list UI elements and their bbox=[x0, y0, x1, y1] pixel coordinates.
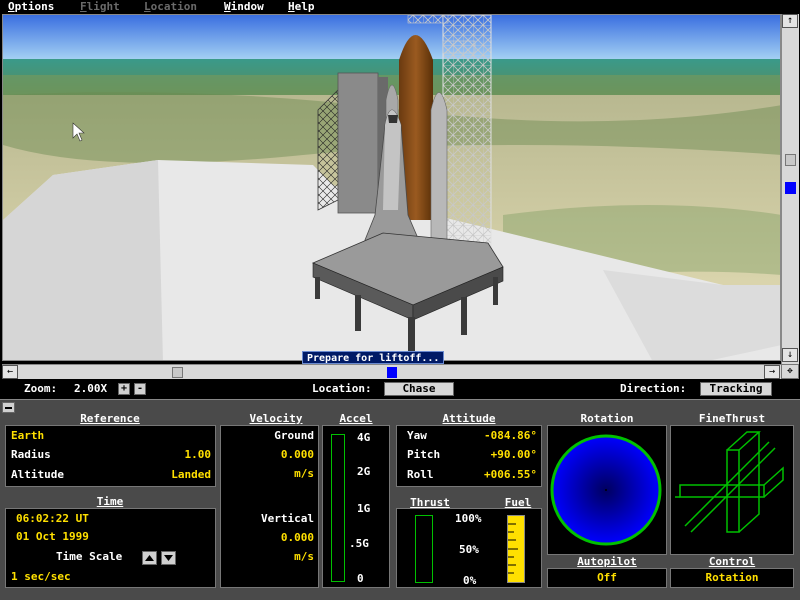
radius-label: Radius bbox=[11, 448, 51, 461]
fuel-tick-50: 50% bbox=[459, 543, 479, 556]
thrust-gauge bbox=[415, 515, 433, 583]
direction-label: Direction: bbox=[620, 382, 687, 395]
scroll-right-button[interactable]: → bbox=[764, 365, 780, 379]
instrument-panel: Reference Earth Radius 1.00 Altitude Lan… bbox=[0, 399, 800, 600]
triangle-down-icon bbox=[164, 555, 173, 561]
yaw-value: -084.86° bbox=[484, 429, 537, 442]
rotation-indicator bbox=[550, 434, 662, 546]
accel-header: Accel bbox=[339, 412, 373, 425]
clock-value: 06:02:22 UT bbox=[16, 512, 89, 525]
menu-flight[interactable]: Flight bbox=[80, 0, 120, 13]
zoom-in-button[interactable]: + bbox=[118, 383, 130, 395]
vertical-position-marker bbox=[785, 182, 796, 194]
menu-bar: Options Flight Location Window Help bbox=[0, 0, 800, 13]
accel-tick-2g: 2G bbox=[357, 465, 371, 478]
finethrust-indicator bbox=[675, 431, 784, 533]
vertical-scrollbar[interactable]: ↑ ↓ bbox=[781, 14, 799, 364]
control-value: Rotation bbox=[705, 571, 759, 584]
scroll-up-button[interactable]: ↑ bbox=[782, 14, 798, 28]
view-control-bar: Zoom: 2.00X + - Location: Chase Directio… bbox=[0, 380, 800, 398]
attitude-box: Yaw -084.86° Pitch +90.00° Roll +006.55° bbox=[396, 425, 542, 487]
fuel-tick-100: 100% bbox=[455, 512, 482, 525]
vertical-velocity-label: Vertical bbox=[261, 512, 314, 525]
velocity-box: Ground 0.000 m/s Vertical 0.000 m/s bbox=[220, 425, 319, 588]
fuel-scale-ticks bbox=[508, 523, 518, 574]
zoom-value: 2.00X bbox=[74, 382, 108, 395]
vertical-velocity-value: 0.000 bbox=[280, 531, 314, 544]
zoom-out-button[interactable]: - bbox=[134, 383, 146, 395]
horizontal-scrollbar[interactable]: ← → bbox=[2, 364, 781, 379]
vertical-velocity-unit: m/s bbox=[294, 550, 314, 563]
time-header: Time bbox=[96, 495, 124, 508]
menu-window[interactable]: Window bbox=[224, 0, 264, 13]
time-box: 06:02:22 UT 01 Oct 1999 Time Scale 1 sec… bbox=[5, 508, 216, 588]
pitch-value: +90.00° bbox=[490, 448, 537, 461]
horizontal-position-marker bbox=[387, 367, 397, 378]
menu-options[interactable]: Options bbox=[8, 0, 54, 13]
accel-gauge bbox=[331, 434, 345, 582]
rotation-box[interactable] bbox=[547, 425, 667, 555]
reference-body: Earth bbox=[11, 429, 45, 442]
time-scale-down-button[interactable] bbox=[161, 551, 176, 565]
control-box[interactable]: Rotation bbox=[670, 568, 794, 588]
zoom-label: Zoom: bbox=[24, 382, 58, 395]
autopilot-value: Off bbox=[597, 571, 617, 584]
altitude-value: Landed bbox=[171, 468, 211, 481]
horizontal-scroll-thumb[interactable] bbox=[172, 367, 183, 378]
solid-rocket-booster bbox=[430, 92, 448, 251]
time-scale-label: Time Scale bbox=[56, 550, 123, 563]
yaw-label: Yaw bbox=[407, 429, 427, 442]
pitch-label: Pitch bbox=[407, 448, 441, 461]
autopilot-header: Autopilot bbox=[577, 555, 637, 568]
time-scale-up-button[interactable] bbox=[142, 551, 157, 565]
velocity-header: Velocity bbox=[249, 412, 303, 425]
scroll-down-button[interactable]: ↓ bbox=[782, 348, 798, 362]
menu-help[interactable]: Help bbox=[288, 0, 315, 13]
fuel-gauge bbox=[507, 515, 525, 583]
scroll-corner-icon[interactable]: ✥ bbox=[781, 364, 799, 379]
menu-location[interactable]: Location bbox=[144, 0, 197, 13]
location-button[interactable]: Chase bbox=[384, 382, 454, 396]
accel-tick-4g: 4G bbox=[357, 431, 371, 444]
reference-box: Earth Radius 1.00 Altitude Landed bbox=[5, 425, 216, 487]
direction-button[interactable]: Tracking bbox=[700, 382, 772, 396]
status-message: Prepare for liftoff... bbox=[302, 351, 445, 364]
accel-box: 4G 2G 1G .5G 0 bbox=[322, 425, 390, 588]
rotation-header: Rotation bbox=[580, 412, 634, 425]
triangle-up-icon bbox=[145, 555, 154, 561]
launch-scene bbox=[3, 15, 780, 360]
control-header: Control bbox=[708, 555, 756, 568]
accel-tick-1g: 1G bbox=[357, 502, 371, 515]
altitude-label: Altitude bbox=[11, 468, 64, 481]
finethrust-box[interactable] bbox=[670, 425, 794, 555]
time-scale-value: 1 sec/sec bbox=[11, 570, 71, 583]
attitude-header: Attitude bbox=[442, 412, 496, 425]
accel-tick-half-g: .5G bbox=[349, 537, 369, 550]
accel-tick-0: 0 bbox=[357, 572, 364, 585]
ground-velocity-value: 0.000 bbox=[280, 448, 314, 461]
roll-label: Roll bbox=[407, 468, 434, 481]
vertical-scroll-thumb[interactable] bbox=[785, 154, 796, 166]
autopilot-box[interactable]: Off bbox=[547, 568, 667, 588]
scroll-left-button[interactable]: ← bbox=[2, 365, 18, 379]
sky bbox=[3, 15, 780, 61]
fuel-tick-0: 0% bbox=[463, 574, 477, 587]
location-label: Location: bbox=[312, 382, 372, 395]
service-structure bbox=[337, 72, 379, 214]
finethrust-header: FineThrust bbox=[698, 412, 766, 425]
thrust-fuel-box: 100% 50% 0% bbox=[396, 508, 542, 588]
ground-velocity-unit: m/s bbox=[294, 467, 314, 480]
panel-collapse-icon[interactable] bbox=[2, 402, 15, 413]
reference-header: Reference bbox=[80, 412, 140, 425]
date-value: 01 Oct 1999 bbox=[16, 530, 89, 543]
roll-value: +006.55° bbox=[484, 468, 537, 481]
ground-velocity-label: Ground bbox=[274, 429, 314, 442]
3d-viewport[interactable] bbox=[2, 14, 781, 361]
radius-value: 1.00 bbox=[184, 448, 212, 461]
